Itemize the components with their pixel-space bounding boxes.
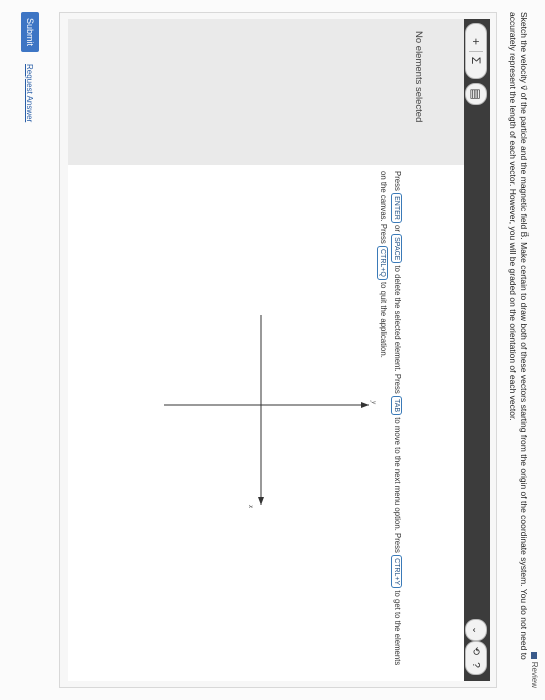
review-icon <box>531 651 538 659</box>
help-text: Press <box>393 171 402 191</box>
horizontal-axis-arrow <box>258 497 264 505</box>
request-answer-link[interactable]: Request Answer <box>25 64 34 122</box>
review-link[interactable]: Review <box>530 651 539 688</box>
help-icon[interactable]: ? <box>471 658 482 672</box>
rotated-screenshot: Review Sketch the velocity v⃗ of the par… <box>0 0 545 700</box>
help-group: ⟲ ? <box>465 641 487 675</box>
delete-icon: ▤ <box>469 88 483 100</box>
toolbar: + Σ ▤ ⌄ ⟲ ? <box>464 19 490 681</box>
chevron-down-icon: ⌄ <box>471 626 482 634</box>
space-key: SPACE <box>391 234 402 264</box>
element-panel: No elements selected <box>68 19 464 165</box>
y-axis-label: x <box>247 504 255 509</box>
tab-key: TAB <box>391 395 402 416</box>
sum-icon[interactable]: Σ <box>469 52 483 70</box>
enter-key: ENTER <box>391 193 402 223</box>
chevron-down-button[interactable]: ⌄ <box>465 619 487 641</box>
help-text: to delete the selected element. Press <box>393 265 402 394</box>
selection-status: No elements selected <box>413 31 424 123</box>
delete-button[interactable]: ▤ <box>465 83 487 105</box>
submit-button[interactable]: Submit <box>21 12 39 52</box>
help-text: to move to the next menu option. Press <box>393 417 402 553</box>
vertical-axis-arrow <box>361 402 369 408</box>
ctrl-q-key: CTRL+Q <box>377 245 388 280</box>
add-element-group: + Σ <box>465 23 487 79</box>
add-icon[interactable]: + <box>469 33 483 51</box>
review-label: Review <box>530 661 539 688</box>
reset-icon[interactable]: ⟲ <box>471 644 482 658</box>
drawing-tool: + Σ ▤ ⌄ ⟲ ? No elements selected y x Pre… <box>59 12 497 688</box>
question-instructions: Sketch the velocity v⃗ of the particle a… <box>508 12 529 660</box>
help-text: to quit the application. <box>379 281 388 358</box>
ctrl-y-key: CTRL+Y <box>391 555 402 589</box>
coordinate-axes: y x <box>164 315 378 509</box>
keyboard-help: Press ENTER or SPACE to delete the selec… <box>376 171 404 671</box>
help-text: or <box>393 225 402 232</box>
